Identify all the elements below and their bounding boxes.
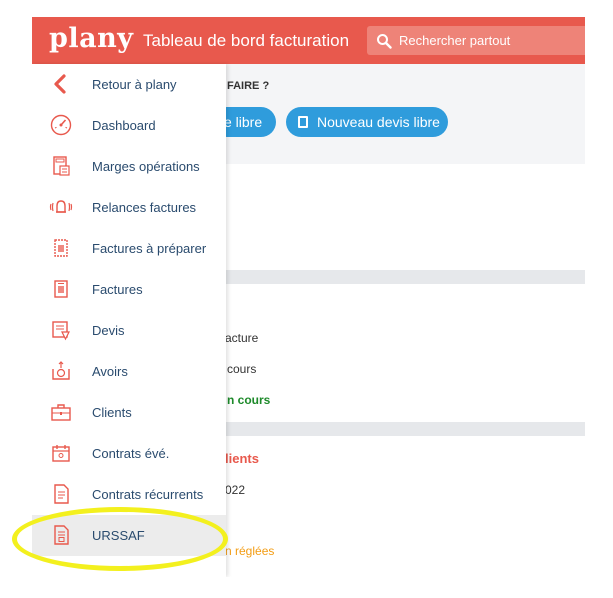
card-line-in-progress: cours	[227, 362, 257, 376]
invoice-draft-icon	[54, 239, 68, 257]
new-free-invoice-label: e libre	[224, 114, 263, 130]
yellow-highlight-annotation	[12, 507, 228, 571]
sidebar-menu: Retour à plany Dashboard Marges opératio…	[32, 64, 226, 577]
sidebar-item-credit-notes[interactable]: Avoirs	[32, 351, 226, 392]
sidebar-item-invoices[interactable]: Factures	[32, 269, 226, 310]
sidebar-item-dashboard[interactable]: Dashboard	[32, 105, 226, 146]
chevron-left-icon	[54, 74, 66, 94]
card-line-year: 022	[225, 483, 246, 497]
sidebar-item-label: Contrats évé.	[92, 446, 170, 461]
card-line-invoice: acture	[225, 331, 259, 345]
sidebar-item-label: Contrats récurrents	[92, 487, 204, 502]
document-icon	[298, 116, 308, 128]
top-bar: plany Tableau de bord facturation Recher…	[32, 17, 585, 64]
sidebar-item-label: Marges opérations	[92, 159, 200, 174]
search-input[interactable]: Rechercher partout	[367, 26, 585, 55]
sidebar-item-label: Clients	[92, 405, 132, 420]
sidebar-item-label: Relances factures	[92, 200, 197, 215]
new-free-quote-label: Nouveau devis libre	[317, 114, 440, 130]
search-icon	[377, 34, 392, 49]
search-placeholder: Rechercher partout	[399, 33, 511, 48]
calculator-icon	[53, 156, 70, 176]
sidebar-item-label: Dashboard	[92, 118, 156, 133]
invoice-icon	[54, 280, 68, 298]
sidebar-item-label: Retour à plany	[92, 77, 177, 92]
bell-ringing-icon	[49, 200, 73, 213]
quote-document-icon	[52, 321, 70, 341]
new-free-quote-button[interactable]: Nouveau devis libre	[286, 107, 448, 137]
card-title-clients: lients	[225, 451, 259, 466]
sidebar-item-clients[interactable]: Clients	[32, 392, 226, 433]
sidebar-item-reminders[interactable]: Relances factures	[32, 187, 226, 228]
sidebar-item-back-to-plany[interactable]: Retour à plany	[32, 64, 226, 105]
card-line-unpaid[interactable]: n réglées	[225, 544, 274, 558]
briefcase-icon	[51, 404, 71, 421]
sidebar-item-event-contracts[interactable]: Contrats évé.	[32, 433, 226, 474]
sidebar-item-margins[interactable]: Marges opérations	[32, 146, 226, 187]
sidebar-item-label: Avoirs	[92, 364, 128, 379]
card-line-in-progress-green[interactable]: n cours	[227, 393, 270, 407]
sidebar-item-label: Factures	[92, 282, 143, 297]
gauge-icon	[50, 114, 72, 136]
sidebar-item-invoices-to-prepare[interactable]: Factures à préparer	[32, 228, 226, 269]
credit-note-icon	[52, 361, 70, 380]
event-contract-icon	[52, 445, 70, 462]
sidebar-item-label: Devis	[92, 323, 125, 338]
quick-actions-title: FAIRE ?	[227, 80, 270, 92]
page-title: Tableau de bord facturation	[143, 31, 350, 50]
sidebar-item-label: Factures à préparer	[92, 241, 207, 256]
recurring-contract-icon	[54, 484, 69, 504]
plany-logo[interactable]: plany	[49, 23, 133, 54]
sidebar-item-quotes[interactable]: Devis	[32, 310, 226, 351]
app-window: plany Tableau de bord facturation Recher…	[32, 17, 585, 577]
